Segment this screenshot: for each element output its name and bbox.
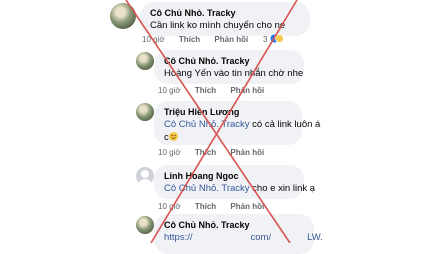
comment-text: Cần link ko mình chuyển cho ne (150, 20, 286, 31)
comment-text: Hoàng Yến vào tin nhắn chờ nhe (164, 68, 304, 79)
reaction-summary[interactable]: 3 (263, 34, 284, 44)
avatar[interactable] (136, 167, 154, 185)
reaction-count: 3 (263, 35, 268, 44)
comment-actions: 10 giờ Thích Phản hồi (158, 86, 276, 96)
comment-link[interactable]: https:// com/LW. (164, 231, 323, 244)
link-start[interactable]: https:// (164, 232, 193, 243)
comment-author[interactable]: Cô Chủ Nhỏ. Tracky (164, 55, 294, 67)
comment-time[interactable]: 10 giờ (158, 86, 181, 95)
avatar[interactable] (136, 52, 154, 70)
comment-actions: 10 giờ Thích Phản hồi (142, 35, 260, 45)
comment-time[interactable]: 10 giờ (142, 35, 165, 44)
comment-author[interactable]: Linh Hoang Ngoc (164, 170, 294, 182)
mention-link[interactable]: Cô Chủ Nhỏ. Tracky (164, 119, 250, 130)
reply-button[interactable]: Phản hồi (230, 86, 264, 95)
comment-text-rest: có cả link luôn á (249, 119, 321, 130)
comment-time[interactable]: 10 giờ (158, 202, 181, 211)
comment-text-line2: c (164, 131, 292, 144)
link-end[interactable]: LW. (307, 232, 323, 243)
comment-actions: 10 giờ Thích Phản hồi (158, 202, 276, 212)
comment-text-rest: cho e xin link ạ (249, 183, 316, 194)
link-mid[interactable]: com/ (251, 232, 272, 243)
comment-author[interactable]: Triệu Hiền Lương (164, 106, 292, 118)
comment-author[interactable]: Cô Chủ Nhỏ. Tracky (164, 219, 304, 231)
avatar[interactable] (136, 216, 154, 234)
comment-bubble: Triệu Hiền Lương Cô Chủ Nhỏ. Tracky có c… (154, 101, 320, 145)
smile-emoji-icon (168, 132, 178, 141)
avatar[interactable] (110, 3, 136, 29)
comment-time[interactable]: 10 giờ (158, 148, 181, 157)
reply-button[interactable]: Phản hồi (230, 148, 264, 157)
comment-text: Cô Chủ Nhỏ. Tracky có cả link luôn á (164, 118, 320, 131)
like-button[interactable]: Thích (195, 86, 216, 95)
comment-bubble: Cô Chủ Nhỏ. Tracky Hoàng Yến vào tin nhắ… (154, 50, 304, 84)
like-button[interactable]: Thích (195, 202, 216, 211)
mention-link[interactable]: Cô Chủ Nhỏ. Tracky (164, 183, 250, 194)
comment-actions: 10 giờ Thích Phản hồi (158, 148, 276, 158)
comment-author[interactable]: Cô Chủ Nhỏ. Tracky (150, 7, 300, 19)
reply-button[interactable]: Phản hồi (214, 35, 248, 44)
comment-bubble: Cô Chủ Nhỏ. Tracky Cần link ko mình chuy… (140, 2, 310, 36)
like-haha-reaction-icon (270, 34, 284, 44)
reply-button[interactable]: Phản hồi (230, 202, 264, 211)
like-button[interactable]: Thích (195, 148, 216, 157)
like-button[interactable]: Thích (179, 35, 200, 44)
comment-bubble: Cô Chủ Nhỏ. Tracky https:// com/LW. (154, 214, 323, 254)
avatar[interactable] (136, 103, 154, 121)
comment-text: Cô Chủ Nhỏ. Tracky cho e xin link ạ (164, 182, 315, 195)
comment-bubble: Linh Hoang Ngoc Cô Chủ Nhỏ. Tracky cho e… (154, 165, 315, 199)
